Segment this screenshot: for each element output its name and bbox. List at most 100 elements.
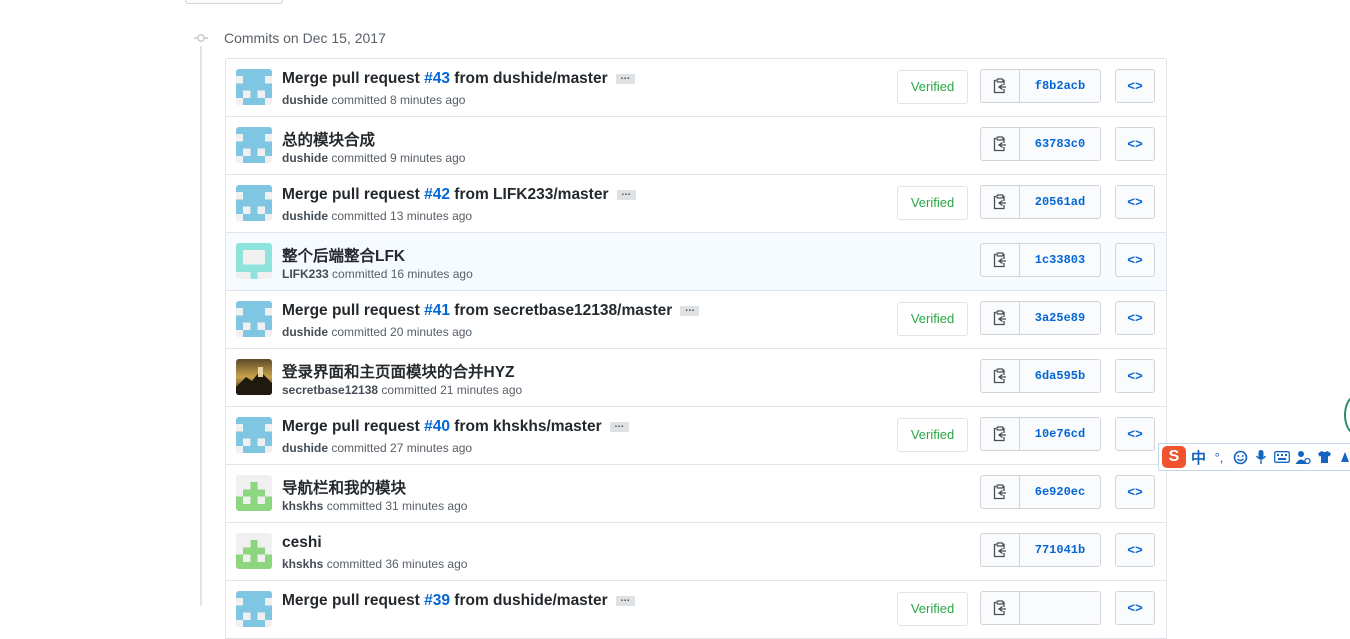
commit-message[interactable]: Merge pull request: [282, 302, 424, 319]
ime-toolbar[interactable]: S 中 °,: [1158, 443, 1350, 471]
clipboard-copy-icon[interactable]: [980, 69, 1020, 103]
pull-request-link[interactable]: #43: [424, 70, 450, 87]
avatar[interactable]: [236, 533, 272, 569]
sogou-logo-icon[interactable]: S: [1162, 446, 1186, 468]
commit-sha-button[interactable]: 771041b: [1020, 533, 1101, 567]
commit-sha-button[interactable]: f8b2acb: [1020, 69, 1101, 103]
clipboard-copy-icon[interactable]: [980, 301, 1020, 335]
commit-author-link[interactable]: dushide: [282, 325, 328, 339]
browse-code-button[interactable]: <>: [1115, 185, 1155, 219]
clipboard-copy-icon[interactable]: [980, 243, 1020, 277]
clipboard-copy-icon[interactable]: [980, 359, 1020, 393]
avatar[interactable]: [236, 69, 272, 105]
commit-message-suffix[interactable]: from khskhs/master: [450, 418, 601, 435]
browse-code-button[interactable]: <>: [1115, 127, 1155, 161]
browse-code-button[interactable]: <>: [1115, 301, 1155, 335]
floating-assistant-icon[interactable]: [1344, 395, 1350, 435]
commit-message[interactable]: Merge pull request: [282, 70, 424, 87]
commit-title[interactable]: 总的模块合成: [282, 128, 375, 150]
commit-message-suffix[interactable]: from secretbase12138/master: [450, 302, 672, 319]
commit-author-link[interactable]: dushide: [282, 93, 328, 107]
pull-request-link[interactable]: #39: [424, 592, 450, 609]
clipboard-copy-icon[interactable]: [980, 533, 1020, 567]
clipboard-copy-icon[interactable]: [980, 591, 1020, 625]
commit-message[interactable]: Merge pull request: [282, 186, 424, 203]
commit-message-suffix[interactable]: from dushide/master: [450, 592, 607, 609]
avatar[interactable]: [236, 127, 272, 163]
commit-title[interactable]: Merge pull request #40 from khskhs/maste…: [282, 418, 629, 436]
commit-message-suffix[interactable]: from LIFK233/master: [450, 186, 608, 203]
expand-message-button[interactable]: …: [609, 419, 629, 432]
microphone-icon[interactable]: [1253, 449, 1269, 465]
avatar[interactable]: [236, 359, 272, 395]
expand-message-button[interactable]: …: [616, 187, 636, 200]
verified-badge[interactable]: Verified: [897, 592, 968, 626]
verified-badge[interactable]: Verified: [897, 418, 968, 452]
avatar[interactable]: [236, 301, 272, 337]
expand-message-button[interactable]: …: [615, 593, 635, 606]
clipboard-copy-icon[interactable]: [980, 185, 1020, 219]
commit-sha-button[interactable]: 63783c0: [1020, 127, 1101, 161]
browse-code-button[interactable]: <>: [1115, 533, 1155, 567]
clipboard-copy-icon[interactable]: [980, 475, 1020, 509]
commit-author-link[interactable]: dushide: [282, 209, 328, 223]
browse-code-button[interactable]: <>: [1115, 417, 1155, 451]
commit-message[interactable]: 总的模块合成: [282, 132, 375, 149]
commit-author-link[interactable]: LIFK233: [282, 267, 329, 281]
commit-sha-button[interactable]: 6e920ec: [1020, 475, 1101, 509]
clipboard-copy-icon[interactable]: [980, 127, 1020, 161]
commit-sha-button[interactable]: 3a25e89: [1020, 301, 1101, 335]
commit-author-link[interactable]: khskhs: [282, 499, 323, 513]
expand-message-button[interactable]: …: [615, 71, 635, 84]
commit-title[interactable]: Merge pull request #39 from dushide/mast…: [282, 592, 635, 610]
pull-request-link[interactable]: #40: [424, 418, 450, 435]
commit-sha-button[interactable]: 6da595b: [1020, 359, 1101, 393]
top-button-edge[interactable]: [185, 0, 283, 4]
clipboard-copy-icon[interactable]: [980, 417, 1020, 451]
browse-code-button[interactable]: <>: [1115, 475, 1155, 509]
ime-language-toggle[interactable]: 中: [1191, 447, 1206, 468]
avatar[interactable]: [236, 185, 272, 221]
commit-title[interactable]: ceshi: [282, 534, 322, 552]
browse-code-button[interactable]: <>: [1115, 69, 1155, 103]
commit-message[interactable]: 整个后端整合LFK: [282, 248, 405, 265]
ime-punctuation-icon[interactable]: °,: [1211, 449, 1227, 465]
verified-badge[interactable]: Verified: [897, 302, 968, 336]
avatar[interactable]: [236, 475, 272, 511]
commit-title[interactable]: 导航栏和我的模块: [282, 476, 406, 498]
commit-author-link[interactable]: dushide: [282, 441, 328, 455]
commit-title[interactable]: Merge pull request #42 from LIFK233/mast…: [282, 186, 636, 204]
commit-title[interactable]: 登录界面和主页面模块的合并HYZ: [282, 360, 515, 382]
pull-request-link[interactable]: #41: [424, 302, 450, 319]
commit-message[interactable]: 登录界面和主页面模块的合并HYZ: [282, 364, 515, 381]
commit-title[interactable]: Merge pull request #43 from dushide/mast…: [282, 70, 635, 88]
commit-sha-button[interactable]: 20561ad: [1020, 185, 1101, 219]
commit-title[interactable]: 整个后端整合LFK: [282, 244, 405, 266]
commit-author-link[interactable]: secretbase12138: [282, 383, 378, 397]
avatar[interactable]: [236, 591, 272, 627]
commit-message[interactable]: 导航栏和我的模块: [282, 480, 406, 497]
browse-code-button[interactable]: <>: [1115, 243, 1155, 277]
commit-message[interactable]: Merge pull request: [282, 592, 424, 609]
expand-message-button[interactable]: …: [680, 303, 700, 316]
browse-code-button[interactable]: <>: [1115, 591, 1155, 625]
avatar[interactable]: [236, 417, 272, 453]
commit-message-suffix[interactable]: from dushide/master: [450, 70, 607, 87]
commit-sha-button[interactable]: 1c33803: [1020, 243, 1101, 277]
user-settings-icon[interactable]: [1295, 449, 1311, 465]
commit-sha-button[interactable]: 10e76cd: [1020, 417, 1101, 451]
commit-author-link[interactable]: dushide: [282, 151, 328, 165]
commit-sha-button[interactable]: [1020, 591, 1101, 625]
commit-author-link[interactable]: khskhs: [282, 557, 323, 571]
commit-title[interactable]: Merge pull request #41 from secretbase12…: [282, 302, 700, 320]
commit-message[interactable]: ceshi: [282, 534, 322, 551]
browse-code-button[interactable]: <>: [1115, 359, 1155, 393]
pull-request-link[interactable]: #42: [424, 186, 450, 203]
skin-shirt-icon[interactable]: [1316, 449, 1332, 465]
keyboard-icon[interactable]: [1274, 449, 1290, 465]
commit-message[interactable]: Merge pull request: [282, 418, 424, 435]
verified-badge[interactable]: Verified: [897, 186, 968, 220]
emoji-icon[interactable]: [1232, 449, 1248, 465]
toolbox-icon[interactable]: [1337, 449, 1350, 465]
verified-badge[interactable]: Verified: [897, 70, 968, 104]
